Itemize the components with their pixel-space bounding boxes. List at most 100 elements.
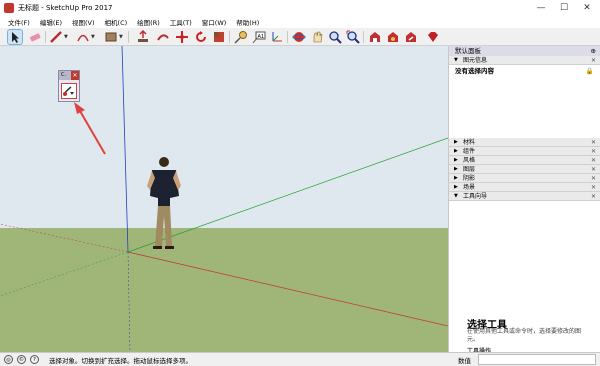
- floating-toolbar-header[interactable]: C. ✕: [59, 71, 79, 80]
- extension-icon: [388, 32, 398, 42]
- menu-edit[interactable]: 编辑(E): [35, 17, 67, 27]
- rectangle-icon: [105, 32, 117, 42]
- menu-tools[interactable]: 工具(T): [165, 17, 197, 27]
- select-tool-button[interactable]: [7, 29, 23, 45]
- arc-tool-button[interactable]: [76, 30, 90, 44]
- pencil-tool-button[interactable]: [49, 30, 63, 44]
- pan-tool-button[interactable]: [310, 30, 324, 44]
- move-tool-button[interactable]: [175, 30, 189, 44]
- orbit-tool-button[interactable]: [292, 30, 306, 44]
- tape-measure-tool-button[interactable]: [234, 30, 248, 44]
- section-label: 组件: [463, 148, 476, 155]
- eraser-icon: [29, 33, 41, 42]
- entity-info-header[interactable]: ▼ 图元信息 ✕: [449, 56, 600, 65]
- tray-pin-icon[interactable]: ⊕: [591, 46, 596, 56]
- 3d-viewport[interactable]: C. ✕: [0, 46, 448, 352]
- section-components[interactable]: ▶ 组件 ✕: [449, 147, 600, 156]
- follow-me-icon: [157, 34, 169, 41]
- panel-close-icon[interactable]: ✕: [591, 174, 596, 183]
- follow-me-tool-button[interactable]: [156, 30, 170, 44]
- axes-tool-button[interactable]: [270, 30, 284, 44]
- panel-close-icon[interactable]: ✕: [591, 147, 596, 156]
- rotate-icon: [196, 31, 206, 42]
- measurements-input[interactable]: [478, 354, 596, 365]
- geo-location-icon[interactable]: ◎: [4, 355, 13, 364]
- panel-close-icon[interactable]: ✕: [591, 165, 596, 174]
- panel-close-icon[interactable]: ✕: [591, 56, 596, 65]
- menu-window[interactable]: 窗口(W): [197, 17, 232, 27]
- floating-toolbar-title: C.: [61, 72, 67, 78]
- menu-help[interactable]: 帮助(H): [231, 17, 264, 27]
- section-label: 工具向导: [463, 193, 488, 200]
- push-pull-icon: [138, 29, 148, 42]
- entity-info-text: 没有选择内容: [455, 67, 494, 75]
- main-toolbar: ▼ ▼ ▼ A1: [0, 28, 600, 46]
- 3d-warehouse-share-button[interactable]: [404, 30, 418, 44]
- menu-file[interactable]: 文件(F): [3, 17, 35, 27]
- eraser-tool-button[interactable]: [28, 30, 42, 44]
- expand-triangle-icon: ▶: [454, 184, 458, 190]
- maximize-button[interactable]: ☐: [553, 0, 575, 16]
- arc-dropdown-icon[interactable]: ▼: [91, 34, 95, 40]
- section-instructor[interactable]: ▼ 工具向导 ✕: [449, 192, 600, 201]
- scale-tool-button[interactable]: [212, 30, 226, 44]
- extension-warehouse-tool-button[interactable]: [386, 30, 400, 44]
- ruby-console-button[interactable]: [426, 30, 440, 44]
- section-materials[interactable]: ▶ 材料 ✕: [449, 138, 600, 147]
- move-icon: [176, 31, 188, 43]
- collapse-triangle-icon: ▼: [454, 57, 458, 63]
- tray-title: 默认面板 ⊕: [449, 46, 600, 56]
- zoom-icon: [329, 31, 342, 44]
- entity-info-body: 没有选择内容 🔒: [449, 65, 600, 77]
- panel-close-icon[interactable]: ✕: [591, 183, 596, 192]
- measurements-label: 数值: [458, 357, 471, 365]
- menu-draw[interactable]: 绘图(R): [132, 17, 165, 27]
- section-scenes[interactable]: ▶ 场景 ✕: [449, 183, 600, 192]
- pan-icon: [313, 31, 323, 43]
- shape-dropdown-icon[interactable]: ▼: [119, 34, 123, 40]
- toolbar-separator: [128, 31, 129, 43]
- arc-icon: [77, 34, 89, 42]
- section-label: 场景: [463, 184, 476, 191]
- section-shadows[interactable]: ▶ 阴影 ✕: [449, 174, 600, 183]
- rotate-tool-button[interactable]: [194, 30, 208, 44]
- help-icon[interactable]: ?: [30, 355, 39, 364]
- select-icon: [12, 32, 19, 43]
- menu-view[interactable]: 视图(V): [67, 17, 100, 27]
- warehouse-tool-button[interactable]: [368, 30, 382, 44]
- section-label: 风格: [463, 157, 476, 164]
- tray-title-label: 默认面板: [455, 47, 481, 55]
- expand-triangle-icon: ▶: [454, 157, 458, 163]
- warehouse-icon: [370, 32, 380, 42]
- toolbar-separator: [287, 31, 288, 43]
- minimize-button[interactable]: —: [530, 0, 552, 16]
- rectangle-tool-button[interactable]: [104, 30, 118, 44]
- credits-icon[interactable]: ©: [17, 355, 26, 364]
- floating-toolbar-close-button[interactable]: ✕: [71, 71, 79, 80]
- toolbar-separator: [363, 31, 364, 43]
- lock-icon: 🔒: [585, 67, 594, 75]
- tape-measure-icon: [234, 31, 247, 44]
- section-label: 材料: [463, 139, 476, 146]
- menu-camera[interactable]: 相机(C): [100, 17, 133, 27]
- svg-text:A1: A1: [258, 34, 265, 40]
- panel-close-icon[interactable]: ✕: [591, 192, 596, 201]
- push-pull-tool-button[interactable]: [136, 29, 150, 44]
- section-label: 阴影: [463, 175, 476, 182]
- panel-empty-area: [449, 77, 600, 138]
- section-layers[interactable]: ▶ 图层 ✕: [449, 165, 600, 174]
- zoom-extents-tool-button[interactable]: [346, 30, 360, 44]
- panel-close-icon[interactable]: ✕: [591, 156, 596, 165]
- floating-toolbar-tool-button[interactable]: [61, 83, 77, 99]
- text-tool-button[interactable]: A1: [252, 30, 266, 44]
- expand-triangle-icon: ▶: [454, 148, 458, 154]
- orbit-icon: [292, 32, 306, 42]
- pencil-dropdown-icon[interactable]: ▼: [64, 34, 68, 40]
- close-button[interactable]: ✕: [576, 0, 598, 16]
- zoom-tool-button[interactable]: [328, 30, 342, 44]
- collapse-triangle-icon: ▼: [454, 193, 458, 199]
- pencil-icon: [50, 31, 62, 43]
- panel-close-icon[interactable]: ✕: [591, 138, 596, 147]
- title-bar: 无标题 - SketchUp Pro 2017 — ☐ ✕: [0, 0, 600, 16]
- section-styles[interactable]: ▶ 风格 ✕: [449, 156, 600, 165]
